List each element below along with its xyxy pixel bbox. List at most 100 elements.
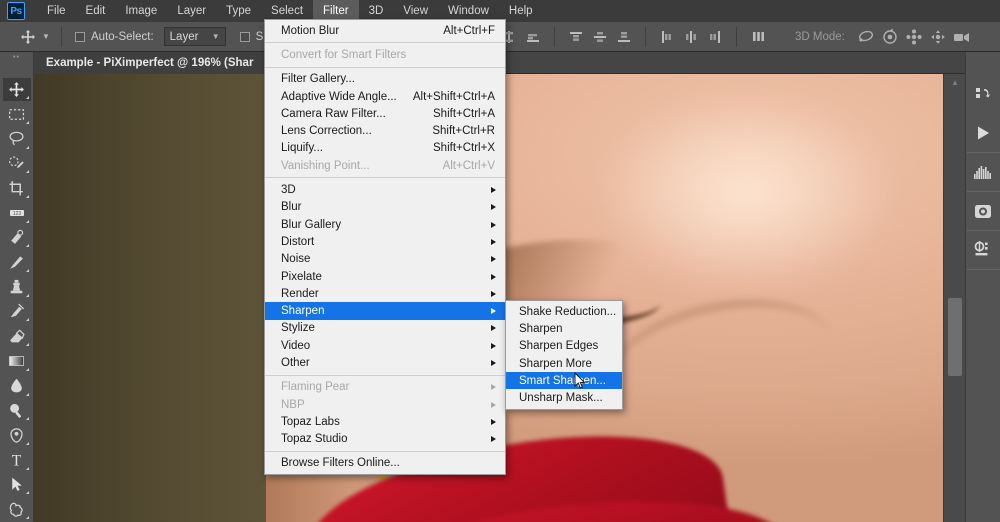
menu-item-label: Shake Reduction... — [519, 305, 617, 318]
filter-menu-item-topaz-labs[interactable]: Topaz Labs — [265, 413, 505, 430]
dodge-tool[interactable] — [3, 399, 31, 423]
auto-select-label: Auto-Select: — [91, 30, 154, 43]
svg-text:T: T — [12, 453, 22, 469]
custom-shape-tool[interactable] — [3, 497, 31, 521]
filter-menu-item-video[interactable]: Video — [265, 337, 505, 354]
filter-menu-item-topaz-studio[interactable]: Topaz Studio — [265, 431, 505, 448]
distribute-vertical-centers-icon[interactable] — [589, 26, 611, 48]
clone-stamp-tool[interactable] — [3, 275, 31, 299]
filter-menu-item-noise[interactable]: Noise — [265, 251, 505, 268]
filter-menu-item-stylize[interactable]: Stylize — [265, 320, 505, 337]
menu-file[interactable]: File — [37, 0, 76, 22]
sharpen-submenu-item-sharpen[interactable]: Sharpen — [506, 320, 622, 337]
filter-menu-item-render[interactable]: Render — [265, 285, 505, 302]
auto-select-checkbox[interactable] — [75, 31, 85, 42]
menu-item-label: Camera Raw Filter... — [281, 107, 386, 120]
svg-text:123: 123 — [12, 211, 21, 217]
actions-play-icon[interactable] — [967, 114, 1000, 152]
menu-image[interactable]: Image — [115, 0, 167, 22]
filter-menu-item-adaptive-wide-angle[interactable]: Adaptive Wide Angle... Alt+Shift+Ctrl+A — [265, 88, 505, 105]
filter-menu-dropdown[interactable]: Motion Blur Alt+Ctrl+F Convert for Smart F… — [264, 19, 506, 476]
distribute-bottom-edges-icon[interactable] — [613, 26, 635, 48]
menu-item-label: Adaptive Wide Angle... — [281, 90, 397, 103]
menu-item-shortcut: Alt+Shift+Ctrl+A — [412, 90, 495, 103]
spot-healing-brush-tool[interactable] — [3, 226, 31, 250]
move-tool-icon[interactable] — [18, 27, 38, 47]
document-tab[interactable]: Example - PiXimperfect @ 196% (Shar — [34, 52, 267, 74]
eyedropper-tool[interactable]: 123 — [3, 201, 31, 225]
pen-tool[interactable] — [3, 423, 31, 447]
submenu-arrow-icon — [491, 401, 496, 408]
filter-menu-item-lens-correction[interactable]: Lens Correction... Shift+Ctrl+R — [265, 122, 505, 139]
tool-more-corner-icon — [25, 343, 29, 347]
sharpen-submenu-item-shake-reduction[interactable]: Shake Reduction... — [506, 303, 622, 320]
scale-3d-object-icon[interactable] — [951, 26, 973, 48]
show-transform-checkbox[interactable] — [239, 31, 250, 42]
submenu-arrow-icon — [491, 418, 496, 425]
sharpen-submenu[interactable]: Shake Reduction... Sharpen Sharpen Edges Sh… — [505, 300, 623, 410]
pan-3d-object-icon[interactable] — [903, 26, 925, 48]
canvas-vertical-scrollbar[interactable]: ▲ — [943, 74, 965, 522]
filter-menu-item-browse-filters-online[interactable]: Browse Filters Online... — [265, 455, 505, 472]
filter-menu-item-motion-blur[interactable]: Motion Blur Alt+Ctrl+F — [265, 22, 505, 39]
filter-menu-item-liquify[interactable]: Liquify... Shift+Ctrl+X — [265, 140, 505, 157]
crop-tool[interactable] — [3, 176, 31, 200]
filter-menu-item-pixelate[interactable]: Pixelate — [265, 268, 505, 285]
menu-item-label: Stylize — [281, 322, 315, 335]
history-brush-tool[interactable] — [3, 300, 31, 324]
lasso-tool[interactable] — [3, 127, 31, 151]
eraser-tool[interactable] — [3, 324, 31, 348]
gradient-tool[interactable] — [3, 349, 31, 373]
rotate-3d-object-icon[interactable] — [855, 26, 877, 48]
auto-select-layer-dropdown[interactable]: Layer ▼ — [163, 27, 226, 46]
sharpen-submenu-item-sharpen-more[interactable]: Sharpen More — [506, 355, 622, 372]
filter-menu-item-distort[interactable]: Distort — [265, 233, 505, 250]
filter-menu-item-camera-raw-filter[interactable]: Camera Raw Filter... Shift+Ctrl+A — [265, 105, 505, 122]
submenu-arrow-icon — [491, 256, 496, 263]
move-tool[interactable] — [2, 77, 31, 102]
distribute-horizontal-centers-icon[interactable] — [680, 26, 702, 48]
scroll-up-arrow-icon[interactable]: ▲ — [944, 74, 965, 90]
align-bottom-edges-icon[interactable] — [522, 26, 544, 48]
submenu-arrow-icon — [491, 187, 496, 194]
tools-panel-grip[interactable]: •• — [0, 52, 33, 62]
menu-item-label: 3D — [281, 184, 296, 197]
menu-item-shortcut: Shift+Ctrl+A — [433, 107, 495, 120]
filter-menu-item-3d[interactable]: 3D — [265, 181, 505, 198]
filter-menu-item-blur-gallery[interactable]: Blur Gallery — [265, 216, 505, 233]
filter-menu-item-other[interactable]: Other — [265, 354, 505, 371]
quick-selection-tool[interactable] — [3, 152, 31, 176]
menu-item-label: Sharpen More — [519, 357, 592, 370]
rectangular-marquee-tool[interactable] — [3, 102, 31, 126]
slide-3d-object-icon[interactable] — [927, 26, 949, 48]
menu-item-label: Topaz Studio — [281, 433, 348, 446]
tool-preset-chevron-down-icon[interactable]: ▼ — [40, 27, 52, 47]
submenu-arrow-icon — [491, 342, 496, 349]
filter-menu-item-filter-gallery[interactable]: Filter Gallery... — [265, 71, 505, 88]
tool-more-corner-icon — [25, 491, 29, 495]
distribute-right-edges-icon[interactable] — [704, 26, 726, 48]
filter-menu-item-blur[interactable]: Blur — [265, 199, 505, 216]
blur-tool[interactable] — [3, 374, 31, 398]
history-panel-icon[interactable] — [967, 76, 1000, 114]
auto-select-group[interactable]: Auto-Select: — [75, 31, 154, 43]
menu-item-label: Unsharp Mask... — [519, 392, 603, 405]
menu-type[interactable]: Type — [216, 0, 261, 22]
camera-raw-icon[interactable] — [967, 192, 1000, 230]
roll-3d-object-icon[interactable] — [879, 26, 901, 48]
sharpen-submenu-item-smart-sharpen[interactable]: Smart Sharpen... — [506, 372, 622, 390]
histogram-panel-icon[interactable] — [967, 153, 1000, 191]
distribute-spacing-icon[interactable] — [747, 26, 769, 48]
distribute-top-edges-icon[interactable] — [565, 26, 587, 48]
menu-layer[interactable]: Layer — [167, 0, 216, 22]
menu-edit[interactable]: Edit — [76, 0, 116, 22]
path-selection-tool[interactable] — [3, 473, 31, 497]
properties-panel-icon[interactable] — [967, 231, 1000, 269]
horizontal-type-tool[interactable]: T — [3, 448, 31, 472]
brush-tool[interactable] — [3, 250, 31, 274]
distribute-left-edges-icon[interactable] — [656, 26, 678, 48]
sharpen-submenu-item-unsharp-mask[interactable]: Unsharp Mask... — [506, 389, 622, 406]
scrollbar-thumb[interactable] — [948, 298, 962, 376]
filter-menu-item-sharpen[interactable]: Sharpen — [265, 302, 505, 320]
sharpen-submenu-item-sharpen-edges[interactable]: Sharpen Edges — [506, 338, 622, 355]
